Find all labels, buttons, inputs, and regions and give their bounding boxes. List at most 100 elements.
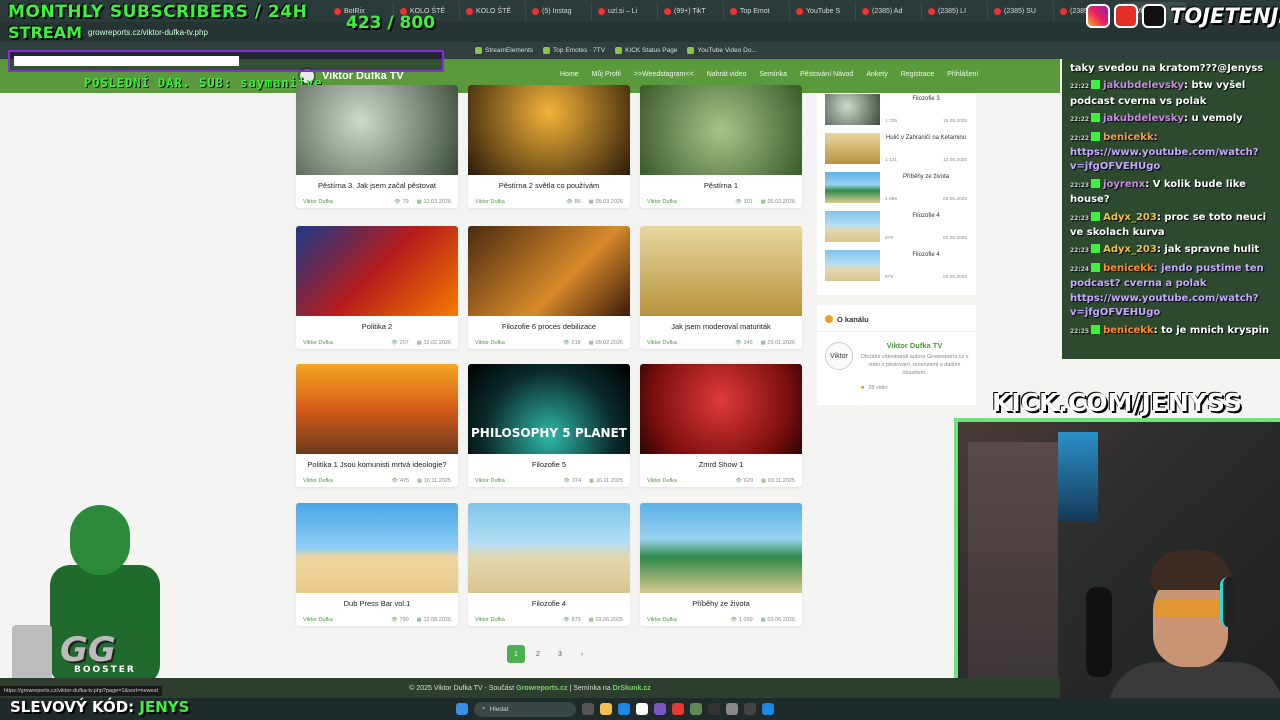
video-card[interactable]: Zmrd Show 1 Viktor Dufka 629 03.11.2025 [640,364,802,487]
video-title[interactable]: Dub Press Bar vol.1 [296,599,458,609]
app-icon[interactable] [672,703,684,715]
video-thumbnail[interactable] [296,364,458,454]
video-author[interactable]: Viktor Dufka [475,617,505,623]
nav-weedstagram[interactable]: >>Weedstagram<< [634,71,694,78]
video-author[interactable]: Viktor Dufka [303,478,333,484]
nav-polls[interactable]: Ankety [866,71,887,78]
sidebar-video-item[interactable]: Hulič v Zahraničí na Ketaminu 1 131 12.05… [825,133,973,165]
sidebar-thumbnail[interactable] [825,250,880,281]
sidebar-video-item[interactable]: Filozofie 4 879 01.06.2025 [825,211,973,243]
sidebar-video-item[interactable]: Filozofie 4 879 03.06.2025 [825,250,973,282]
video-card[interactable]: Příběhy ze života Viktor Dufka 1 099 03.06… [640,503,802,626]
nav-seeds[interactable]: Semínka [759,71,787,78]
video-author[interactable]: Viktor Dufka [475,478,505,484]
bookmark-item[interactable]: YouTube Video Do... [687,47,757,54]
video-thumbnail[interactable] [296,226,458,316]
video-title[interactable]: Jak jsem moderoval maturiták [640,322,802,332]
browser-tab[interactable]: (99+) TikT [660,2,724,20]
page-button-3[interactable]: 3 [551,645,569,663]
video-card[interactable]: Dub Press Bar vol.1 Viktor Dufka 790 12.08… [296,503,458,626]
bookmark-item[interactable]: Top Emotes · 7TV [543,47,605,54]
nav-login[interactable]: Přihlášení [947,71,978,78]
nav-upload[interactable]: Nahrát video [707,71,747,78]
video-author[interactable]: Viktor Dufka [647,199,677,205]
video-card[interactable]: Pěstírna 3. Jak jsem začal pěstovat Vikt… [296,85,458,208]
app-icon[interactable] [708,703,720,715]
sidebar-video-item[interactable]: Příběhy ze života 1 099 03.06.2025 [825,172,973,204]
browser-tab[interactable]: KOLO ŠTĚ [462,2,526,20]
nav-profile[interactable]: Můj Profil [592,71,621,78]
app-icon[interactable] [762,703,774,715]
video-card[interactable]: PHILOSOPHY 5 PLANET Filozofie 5 Viktor D… [468,364,630,487]
video-title[interactable]: Politika 2 [296,322,458,332]
channel-avatar[interactable]: Viktor [825,342,853,370]
video-thumbnail[interactable] [296,85,458,175]
video-thumbnail[interactable] [468,503,630,593]
bookmark-item[interactable]: StreamElements [475,47,533,54]
video-title[interactable]: Pěstírna 1 [640,181,802,191]
file-explorer-icon[interactable] [600,703,612,715]
footer-link-growreports[interactable]: Growreports.cz [516,685,567,692]
video-thumbnail[interactable] [468,226,630,316]
browser-tab[interactable]: uzl.si – Li [594,2,658,20]
video-thumbnail[interactable] [640,226,802,316]
browser-tab[interactable]: Top Emot [726,2,790,20]
app-icon[interactable] [744,703,756,715]
video-author[interactable]: Viktor Dufka [647,617,677,623]
video-title[interactable]: Příběhy ze života [640,599,802,609]
sidebar-video-item[interactable]: Filozofie 3 1 725 15.05.2025 [825,94,973,126]
browser-tab[interactable]: (5) Instag [528,2,592,20]
page-button-2[interactable]: 2 [529,645,547,663]
browser-tab[interactable]: (2385) SU [990,2,1054,20]
video-author[interactable]: Viktor Dufka [303,617,333,623]
video-title[interactable]: Pěstírna 3. Jak jsem začal pěstovat [296,181,458,191]
sidebar-thumbnail[interactable] [825,133,880,164]
taskbar-search[interactable]: ⌕ Hledat [474,701,576,717]
browser-tab[interactable]: (2385) Ad [858,2,922,20]
bookmark-item[interactable]: KICK Status Page [615,47,677,54]
video-author[interactable]: Viktor Dufka [647,340,677,346]
video-card[interactable]: Filozofie 6 proces debilizace Viktor Duf… [468,226,630,349]
discord-icon[interactable] [654,703,666,715]
next-page-chevron-icon[interactable]: › [573,645,591,663]
video-thumbnail[interactable]: PHILOSOPHY 5 PLANET [468,364,630,454]
sidebar-thumbnail[interactable] [825,211,880,242]
page-button-1[interactable]: 1 [507,645,525,663]
video-title[interactable]: Pěstírna 2 světla co používám [468,181,630,191]
video-thumbnail[interactable] [468,85,630,175]
browser-tab[interactable]: YouTube S [792,2,856,20]
video-card[interactable]: Jak jsem moderoval maturiták Viktor Dufk… [640,226,802,349]
video-author[interactable]: Viktor Dufka [303,199,333,205]
video-author[interactable]: Viktor Dufka [475,340,505,346]
obs-icon[interactable] [726,703,738,715]
video-author[interactable]: Viktor Dufka [647,478,677,484]
chrome-icon[interactable] [636,703,648,715]
video-card[interactable]: Pěstírna 1 Viktor Dufka 301 25.02.2026 [640,85,802,208]
video-card[interactable]: Politika 1 Jsou komunisti mrtvá ideologi… [296,364,458,487]
channel-name[interactable]: Viktor Dufka TV [857,341,972,350]
task-view-icon[interactable] [582,703,594,715]
video-title[interactable]: Politika 1 Jsou komunisti mrtvá ideologi… [296,460,458,470]
video-thumbnail[interactable] [640,364,802,454]
windows-start-icon[interactable] [456,703,468,715]
video-author[interactable]: Viktor Dufka [475,199,505,205]
video-thumbnail[interactable] [296,503,458,593]
sidebar-thumbnail[interactable] [825,172,880,203]
video-thumbnail[interactable] [640,85,802,175]
video-thumbnail[interactable] [640,503,802,593]
video-title[interactable]: Filozofie 4 [468,599,630,609]
video-card[interactable]: Filozofie 4 Viktor Dufka 879 03.06.2025 [468,503,630,626]
edge-icon[interactable] [618,703,630,715]
video-title[interactable]: Zmrd Show 1 [640,460,802,470]
sidebar-thumbnail[interactable] [825,94,880,125]
app-icon[interactable] [690,703,702,715]
video-author[interactable]: Viktor Dufka [303,340,333,346]
nav-guide[interactable]: Pěstování Návod [800,71,853,78]
nav-register[interactable]: Registrace [901,71,934,78]
video-card[interactable]: Pěstírna 2 světla co používám Viktor Duf… [468,85,630,208]
footer-link-drskunk[interactable]: DrSkunk.cz [613,685,651,692]
browser-tab[interactable]: (2385) LI [924,2,988,20]
video-title[interactable]: Filozofie 5 [468,460,630,470]
video-card[interactable]: Politika 2 Viktor Dufka 207 12.02.2026 [296,226,458,349]
nav-home[interactable]: Home [560,71,579,78]
